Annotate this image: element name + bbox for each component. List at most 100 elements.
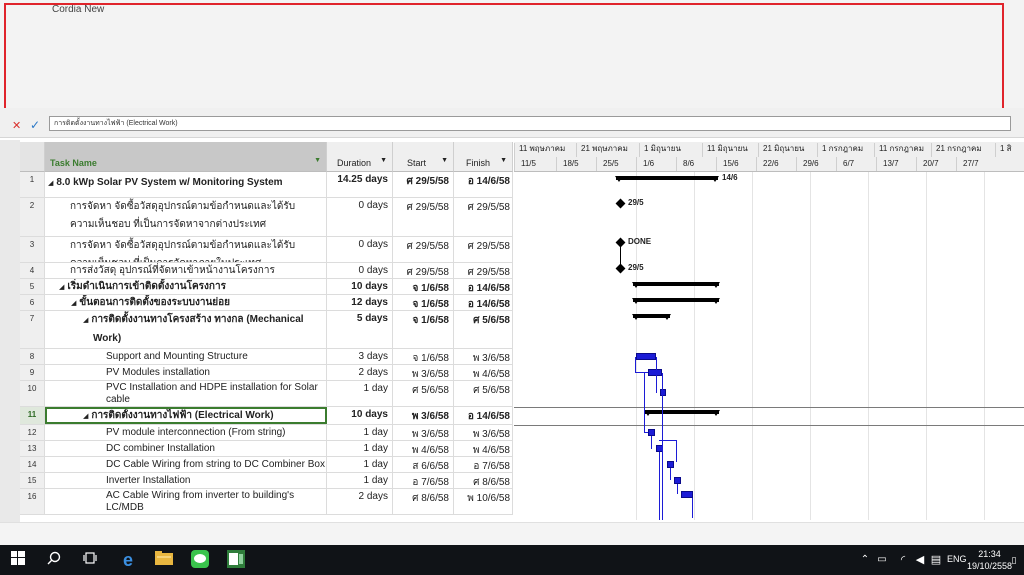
start-cell[interactable]: ศ 29/5/58 (393, 172, 454, 197)
duration-cell[interactable]: 2 days (327, 489, 393, 514)
duration-cell[interactable]: 5 days (327, 311, 393, 348)
collapse-triangle-icon[interactable]: ◢ (59, 284, 64, 291)
task-bar[interactable] (648, 369, 662, 376)
summary-bar[interactable] (632, 282, 720, 288)
start-cell[interactable]: ศ 29/5/58 (393, 263, 454, 278)
row-number[interactable]: 6 (20, 295, 45, 310)
finish-cell[interactable]: พ 3/6/58 (454, 425, 513, 440)
start-cell[interactable]: ศ 29/5/58 (393, 198, 454, 236)
start-cell[interactable]: ศ 29/5/58 (393, 237, 454, 262)
start-cell[interactable]: ส 6/6/58 (393, 457, 454, 472)
row-number[interactable]: 9 (20, 365, 45, 380)
duration-cell[interactable]: 1 day (327, 381, 393, 406)
row-number[interactable]: 4 (20, 263, 45, 278)
task-name-cell[interactable]: DC Cable Wiring from string to DC Combin… (45, 457, 327, 472)
select-all-corner[interactable] (20, 142, 45, 172)
summary-bar[interactable] (615, 176, 719, 182)
row-number[interactable]: 12 (20, 425, 45, 440)
collapse-triangle-icon[interactable]: ◢ (48, 180, 53, 187)
table-row[interactable]: 10 PVC Installation and HDPE installatio… (20, 381, 513, 407)
language-indicator[interactable]: ENG (947, 554, 967, 564)
chevron-down-icon[interactable]: ▼ (500, 156, 507, 166)
task-name-cell[interactable]: PV Modules installation (45, 365, 327, 380)
task-name-cell[interactable]: การส่งวัสดุ อุปกรณ์ที่จัดหาเข้าหน้างานโค… (45, 263, 327, 278)
chevron-down-icon[interactable]: ▼ (441, 156, 448, 166)
chevron-down-icon[interactable]: ▼ (380, 156, 387, 166)
finish-cell[interactable]: ศ 8/6/58 (454, 473, 513, 488)
task-bar[interactable] (636, 353, 656, 360)
column-header-finish[interactable]: Finish ▼ (454, 142, 513, 172)
row-number[interactable]: 15 (20, 473, 45, 488)
finish-cell[interactable]: อ 14/6/58 (454, 172, 513, 197)
duration-cell[interactable]: 0 days (327, 263, 393, 278)
task-bar[interactable] (667, 461, 674, 468)
row-number[interactable]: 7 (20, 311, 45, 348)
finish-cell[interactable]: พ 4/6/58 (454, 365, 513, 380)
start-cell[interactable]: จ 1/6/58 (393, 349, 454, 364)
duration-cell[interactable]: 1 day (327, 457, 393, 472)
duration-cell[interactable]: 1 day (327, 473, 393, 488)
task-bar[interactable] (660, 389, 666, 396)
table-row[interactable]: 12 PV module interconnection (From strin… (20, 425, 513, 441)
row-number[interactable]: 5 (20, 279, 45, 294)
finish-cell[interactable]: พ 10/6/58 (454, 489, 513, 514)
finish-cell[interactable]: อ 7/6/58 (454, 457, 513, 472)
line-app-icon[interactable] (190, 550, 210, 570)
table-row[interactable]: 8 Support and Mounting Structure 3 days … (20, 349, 513, 365)
table-row[interactable]: 15 Inverter Installation 1 day อ 7/6/58 … (20, 473, 513, 489)
task-name-cell[interactable]: ◢ การติดตั้งงานทางไฟฟ้า (Electrical Work) (45, 407, 327, 424)
task-name-cell[interactable]: ◢ ขั้นตอนการติดตั้งของระบบงานย่อย (45, 295, 327, 310)
duration-cell[interactable]: 12 days (327, 295, 393, 310)
duration-cell[interactable]: 0 days (327, 237, 393, 262)
row-number[interactable]: 13 (20, 441, 45, 456)
start-cell[interactable]: ศ 5/6/58 (393, 381, 454, 406)
edge-browser-icon[interactable]: e (118, 550, 138, 570)
duration-cell[interactable]: 0 days (327, 198, 393, 236)
start-cell[interactable]: อ 7/6/58 (393, 473, 454, 488)
finish-cell[interactable]: ศ 29/5/58 (454, 198, 513, 236)
duration-cell[interactable]: 2 days (327, 365, 393, 380)
finish-cell[interactable]: อ 14/6/58 (454, 295, 513, 310)
gantt-chart[interactable]: 11 พฤษภาคม 21 พฤษภาคม 1 มิถุนายน 11 มิถุ… (514, 142, 1024, 520)
row-number[interactable]: 10 (20, 381, 45, 406)
task-name-cell[interactable]: PV module interconnection (From string) (45, 425, 327, 440)
start-cell[interactable]: พ 4/6/58 (393, 441, 454, 456)
start-cell[interactable]: จ 1/6/58 (393, 295, 454, 310)
summary-bar[interactable] (632, 314, 671, 320)
table-row[interactable]: 13 DC combiner Installation 1 day พ 4/6/… (20, 441, 513, 457)
file-explorer-icon[interactable] (154, 550, 174, 570)
finish-cell[interactable]: พ 3/6/58 (454, 349, 513, 364)
start-cell[interactable]: พ 3/6/58 (393, 407, 454, 424)
row-number[interactable]: 14 (20, 457, 45, 472)
column-header-task-name[interactable]: Task Name ▼ (45, 142, 327, 172)
task-bar[interactable] (681, 491, 693, 498)
finish-cell[interactable]: ศ 5/6/58 (454, 381, 513, 406)
row-number[interactable]: 3 (20, 237, 45, 262)
table-row[interactable]: 1 ◢ 8.0 kWp Solar PV System w/ Monitoring… (20, 172, 513, 198)
task-name-cell[interactable]: การจัดหา จัดซื้อวัสดุอุปกรณ์ตามข้อกำหนดแ… (45, 237, 327, 262)
enter-icon[interactable]: ✓ (30, 118, 40, 132)
row-number[interactable]: 11 (20, 407, 45, 424)
hardware-icon[interactable]: ▭ (872, 550, 892, 570)
finish-cell[interactable]: ศ 5/6/58 (454, 311, 513, 348)
duration-cell[interactable]: 10 days (327, 407, 393, 424)
duration-cell[interactable]: 3 days (327, 349, 393, 364)
milestone-marker[interactable] (615, 198, 626, 209)
search-icon[interactable] (44, 550, 64, 570)
project-app-icon[interactable] (226, 550, 246, 570)
finish-cell[interactable]: ศ 29/5/58 (454, 237, 513, 262)
table-row[interactable]: 16 AC Cable Wiring from inverter to buil… (20, 489, 513, 515)
cancel-icon[interactable]: ✕ (12, 119, 21, 132)
table-row[interactable]: 3 การจัดหา จัดซื้อวัสดุอุปกรณ์ตามข้อกำหน… (20, 237, 513, 263)
task-bar[interactable] (648, 429, 655, 436)
row-number[interactable]: 8 (20, 349, 45, 364)
duration-cell[interactable]: 1 day (327, 441, 393, 456)
task-name-cell[interactable]: PVC Installation and HDPE installation f… (45, 381, 327, 406)
summary-bar[interactable] (644, 410, 720, 416)
action-center-icon[interactable]: ▯ (1004, 550, 1024, 570)
task-name-cell[interactable]: ◢ การติดตั้งงานทางโครงสร้าง ทางกล (Mechan… (45, 311, 327, 348)
table-row[interactable]: 9 PV Modules installation 2 days พ 3/6/5… (20, 365, 513, 381)
duration-cell[interactable]: 10 days (327, 279, 393, 294)
task-name-cell[interactable]: ◢ เริ่มดำเนินการเข้าติดตั้งงานโครงการ (45, 279, 327, 294)
duration-cell[interactable]: 14.25 days (327, 172, 393, 197)
